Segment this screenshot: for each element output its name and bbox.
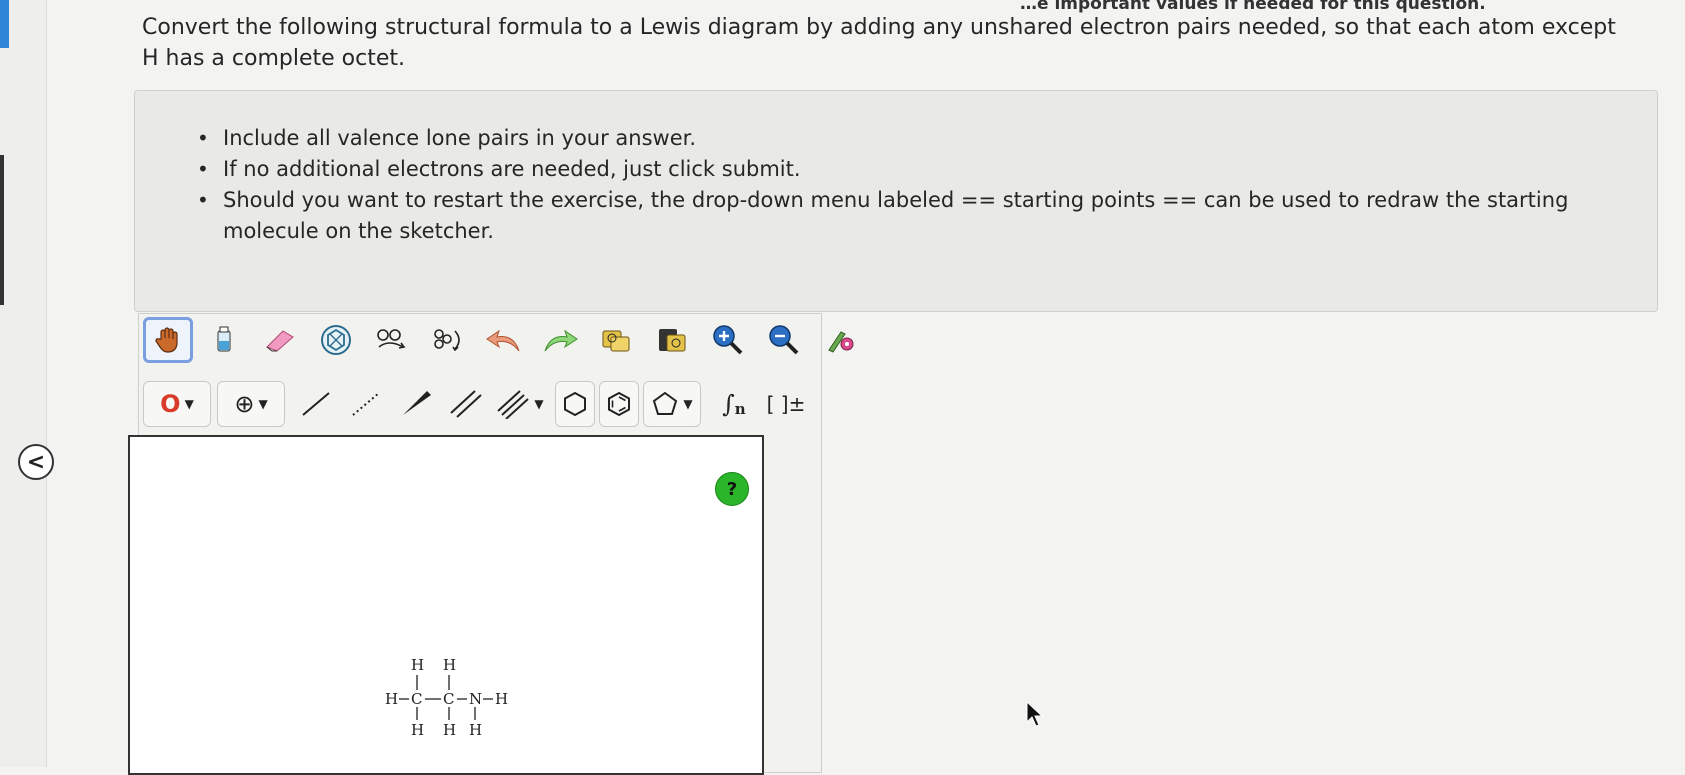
clear-tool[interactable] (199, 317, 249, 363)
template-tool[interactable] (311, 317, 361, 363)
bracket-charge-tool[interactable]: [ ]± (763, 381, 809, 427)
left-dark-accent (0, 155, 4, 305)
drawing-canvas[interactable]: ? H H H C C N H H H H (128, 435, 764, 775)
undo-icon (486, 329, 520, 352)
eraser-icon (266, 330, 294, 352)
atom-c[interactable]: C (411, 690, 422, 708)
instruction-item: Include all valence lone pairs in your a… (197, 123, 1657, 154)
chevron-down-icon: ▼ (534, 397, 544, 411)
single-bond-tool[interactable] (291, 381, 341, 427)
triple-bond-icon (497, 390, 530, 419)
settings-tool[interactable] (815, 317, 865, 363)
copy-icon (602, 330, 630, 352)
element-label: O (160, 390, 181, 418)
atom-c[interactable]: C (443, 690, 454, 708)
clear-flask-icon (217, 326, 231, 352)
settings-tools-icon (828, 331, 854, 353)
molecule-structure[interactable]: H H H C C N H H H H (385, 652, 535, 752)
rotate-tool[interactable] (423, 317, 473, 363)
element-selector[interactable]: O ▼ (143, 381, 211, 427)
chevron-down-icon: ▼ (184, 397, 194, 411)
sgroup-tool[interactable]: ∫ n (711, 381, 757, 427)
single-bond-icon (302, 392, 330, 416)
instructions-box: Include all valence lone pairs in your a… (134, 90, 1658, 312)
charge-selector[interactable]: ⊕ ▼ (217, 381, 285, 427)
benzene-ring-tool[interactable] (599, 381, 639, 427)
hashed-bond-tool[interactable] (341, 381, 391, 427)
paste-icon (659, 329, 686, 352)
benzene-icon (608, 391, 630, 417)
wedge-bond-icon (403, 391, 431, 415)
help-icon[interactable]: ? (715, 472, 749, 506)
hashed-bond-icon (352, 392, 380, 416)
rotate-structure-icon (434, 329, 460, 352)
double-bond-tool[interactable] (441, 381, 491, 427)
template-ring-icon (321, 325, 351, 355)
pentagon-icon (653, 391, 678, 415)
clean-structure-tool[interactable] (367, 317, 417, 363)
left-side-strip (0, 0, 47, 767)
atom-h[interactable]: H (443, 721, 456, 739)
hexagon-icon (564, 391, 586, 417)
instructions-list: Include all valence lone pairs in your a… (135, 91, 1657, 247)
sprout-clean-icon (377, 329, 406, 349)
sketcher-toolbar-top (143, 317, 871, 363)
sketcher-toolbar-bottom: O ▼ ⊕ ▼ ▼ ▼ ∫ n []± (143, 381, 815, 427)
collapse-panel-button[interactable]: < (18, 444, 54, 480)
atom-h[interactable]: H (495, 690, 508, 708)
atom-h[interactable]: H (443, 656, 456, 674)
atom-n[interactable]: N (469, 690, 482, 708)
atom-h[interactable]: H (411, 721, 424, 739)
pentagon-ring-tool[interactable]: ▼ (643, 381, 701, 427)
question-text: Convert the following structural formula… (142, 15, 1616, 71)
eraser-tool[interactable] (255, 317, 305, 363)
double-bond-icon (450, 390, 482, 418)
bracket-label: [ ]± (766, 392, 806, 416)
zoom-in-icon (713, 325, 743, 355)
instruction-item: Should you want to restart the exercise,… (197, 185, 1657, 247)
atom-h[interactable]: H (385, 690, 398, 708)
left-blue-accent (0, 0, 9, 48)
mouse-cursor-icon (1026, 700, 1044, 727)
zoom-out-icon (769, 325, 799, 355)
triple-bond-tool[interactable]: ▼ (491, 381, 549, 427)
paste-tool[interactable] (647, 317, 697, 363)
zoom-in-tool[interactable] (703, 317, 753, 363)
sgroup-label: n (734, 400, 746, 418)
zoom-out-tool[interactable] (759, 317, 809, 363)
chevron-down-icon: ▼ (258, 397, 268, 411)
atom-h[interactable]: H (469, 721, 482, 739)
redo-tool[interactable] (535, 317, 585, 363)
wedge-bond-tool[interactable] (391, 381, 441, 427)
copy-tool[interactable] (591, 317, 641, 363)
hexagon-ring-tool[interactable] (555, 381, 595, 427)
chevron-down-icon: ▼ (683, 397, 693, 411)
hand-move-icon (155, 327, 178, 353)
undo-tool[interactable] (479, 317, 529, 363)
atom-h[interactable]: H (411, 656, 424, 674)
instruction-item: If no additional electrons are needed, j… (197, 154, 1657, 185)
charge-label: ⊕ (234, 390, 255, 418)
molecule-sketcher: O ▼ ⊕ ▼ ▼ ▼ ∫ n []± ? H H H C C N H H H… (128, 313, 854, 775)
sgroup-icon: ∫ (722, 390, 735, 418)
redo-icon (544, 329, 578, 352)
hand-move-tool[interactable] (143, 317, 193, 363)
